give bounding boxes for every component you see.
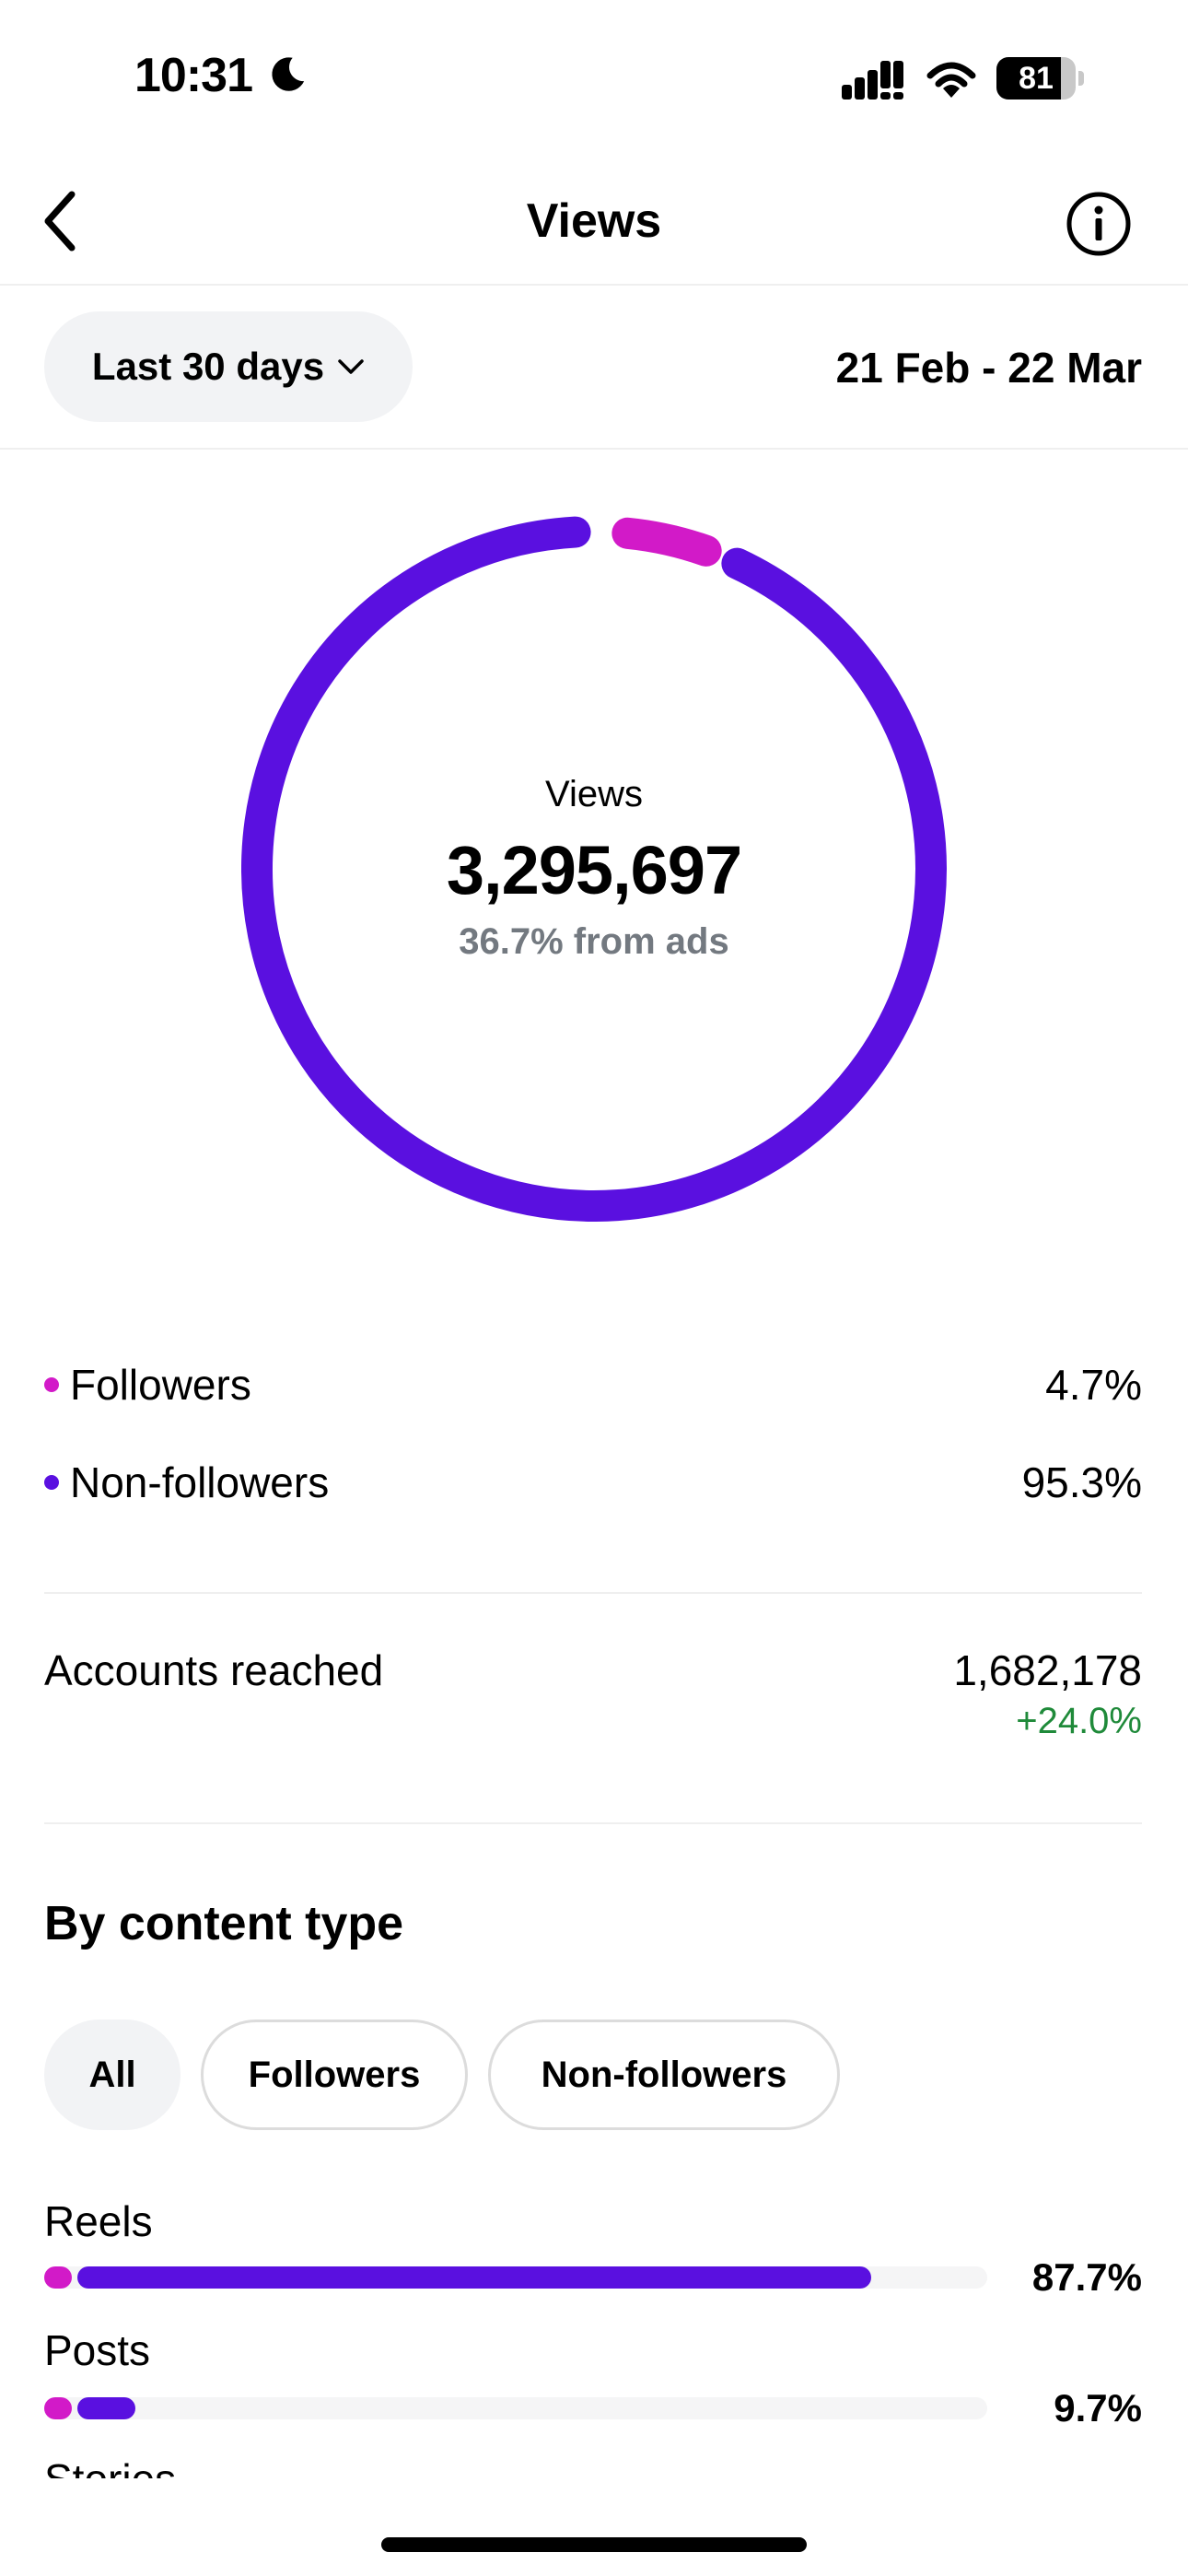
- content-type-label-reels: Reels: [44, 2197, 153, 2245]
- cellular-signal-icon: [842, 61, 903, 100]
- filter-chip-all[interactable]: All: [44, 2020, 181, 2130]
- donut-label: Views: [545, 774, 643, 814]
- filter-chip-followers[interactable]: Followers: [201, 2020, 468, 2130]
- content-type-label-posts: Posts: [44, 2326, 151, 2374]
- followers-dot-icon: [44, 1377, 59, 1392]
- date-range-text: 21 Feb - 22 Mar: [835, 344, 1142, 392]
- header-divider: [0, 284, 1188, 286]
- battery-level: 81: [1019, 61, 1054, 96]
- bottom-safe-area: [0, 2478, 1188, 2576]
- legend-row-followers: Followers 4.7%: [44, 1352, 1142, 1417]
- section-divider: [44, 1592, 1142, 1594]
- wifi-icon: [926, 62, 976, 98]
- content-type-bar-reels: [44, 2266, 987, 2289]
- filter-divider: [0, 448, 1188, 450]
- content-type-bar-posts: [44, 2397, 987, 2419]
- views-from-ads: 36.7% from ads: [459, 921, 729, 962]
- accounts-reached-change: +24.0%: [1016, 1701, 1142, 1741]
- legend-value: 4.7%: [1045, 1361, 1142, 1409]
- home-indicator[interactable]: [381, 2537, 807, 2552]
- battery-indicator: 81: [996, 57, 1085, 100]
- legend-label: Non-followers: [70, 1458, 330, 1506]
- legend-label: Followers: [70, 1361, 251, 1409]
- section-title: By content type: [44, 1897, 404, 1950]
- bar-segment-followers: [44, 2397, 72, 2419]
- page-title: Views: [526, 194, 662, 248]
- bar-segment-non-followers: [77, 2397, 136, 2419]
- section-divider: [44, 1822, 1142, 1824]
- non-followers-dot-icon: [44, 1475, 59, 1490]
- donut-segment-followers: [611, 517, 722, 567]
- views-total: 3,295,697: [446, 832, 742, 908]
- legend-value: 95.3%: [1021, 1458, 1142, 1506]
- filter-chip-non-followers[interactable]: Non-followers: [488, 2020, 840, 2130]
- moon-icon: [272, 57, 305, 91]
- date-range-dropdown-label: Last 30 days: [91, 345, 325, 388]
- accounts-reached-value: 1,682,178: [953, 1646, 1142, 1694]
- info-icon[interactable]: [1065, 190, 1133, 258]
- content-type-value-posts: 9.7%: [1054, 2386, 1142, 2430]
- accounts-reached-label: Accounts reached: [44, 1646, 384, 1694]
- bar-segment-non-followers: [77, 2266, 872, 2289]
- bar-segment-followers: [44, 2266, 72, 2289]
- chevron-down-icon: [338, 359, 364, 374]
- status-time: 10:31: [134, 49, 253, 102]
- date-range-dropdown[interactable]: Last 30 days: [44, 311, 413, 422]
- content-type-value-reels: 87.7%: [1031, 2255, 1142, 2299]
- legend-row-non-followers: Non-followers 95.3%: [44, 1450, 1142, 1515]
